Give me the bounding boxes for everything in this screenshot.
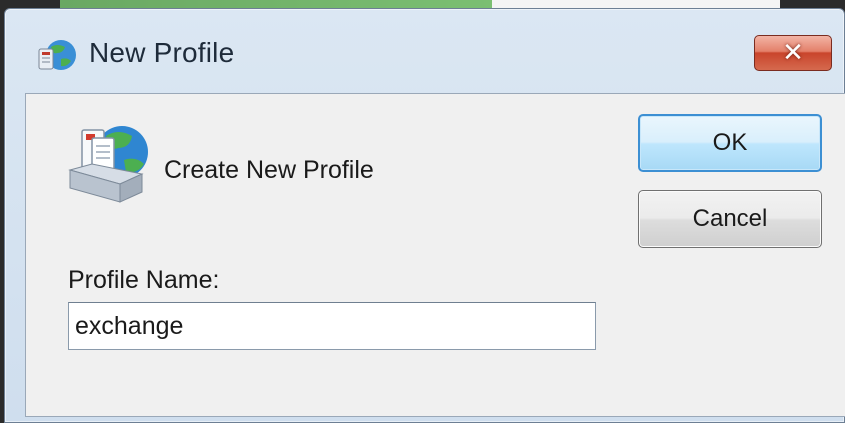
create-new-profile-heading: Create New Profile bbox=[164, 156, 374, 184]
dialog-title: New Profile bbox=[89, 37, 235, 68]
title-bar[interactable]: New Profile ✕ bbox=[5, 9, 844, 89]
profile-name-label: Profile Name: bbox=[68, 266, 220, 294]
profile-name-input[interactable] bbox=[68, 302, 596, 350]
ok-button[interactable]: OK bbox=[638, 114, 822, 172]
close-button[interactable]: ✕ bbox=[754, 35, 832, 71]
dialog-client-area: Create New Profile Profile Name: OK Canc… bbox=[25, 93, 845, 417]
mail-globe-icon bbox=[38, 40, 76, 70]
cancel-button[interactable]: Cancel bbox=[638, 190, 822, 248]
profile-mailbox-icon bbox=[68, 126, 148, 203]
new-profile-dialog: New Profile ✕ Create New Profile Profile… bbox=[4, 8, 845, 423]
close-icon: ✕ bbox=[782, 38, 804, 68]
